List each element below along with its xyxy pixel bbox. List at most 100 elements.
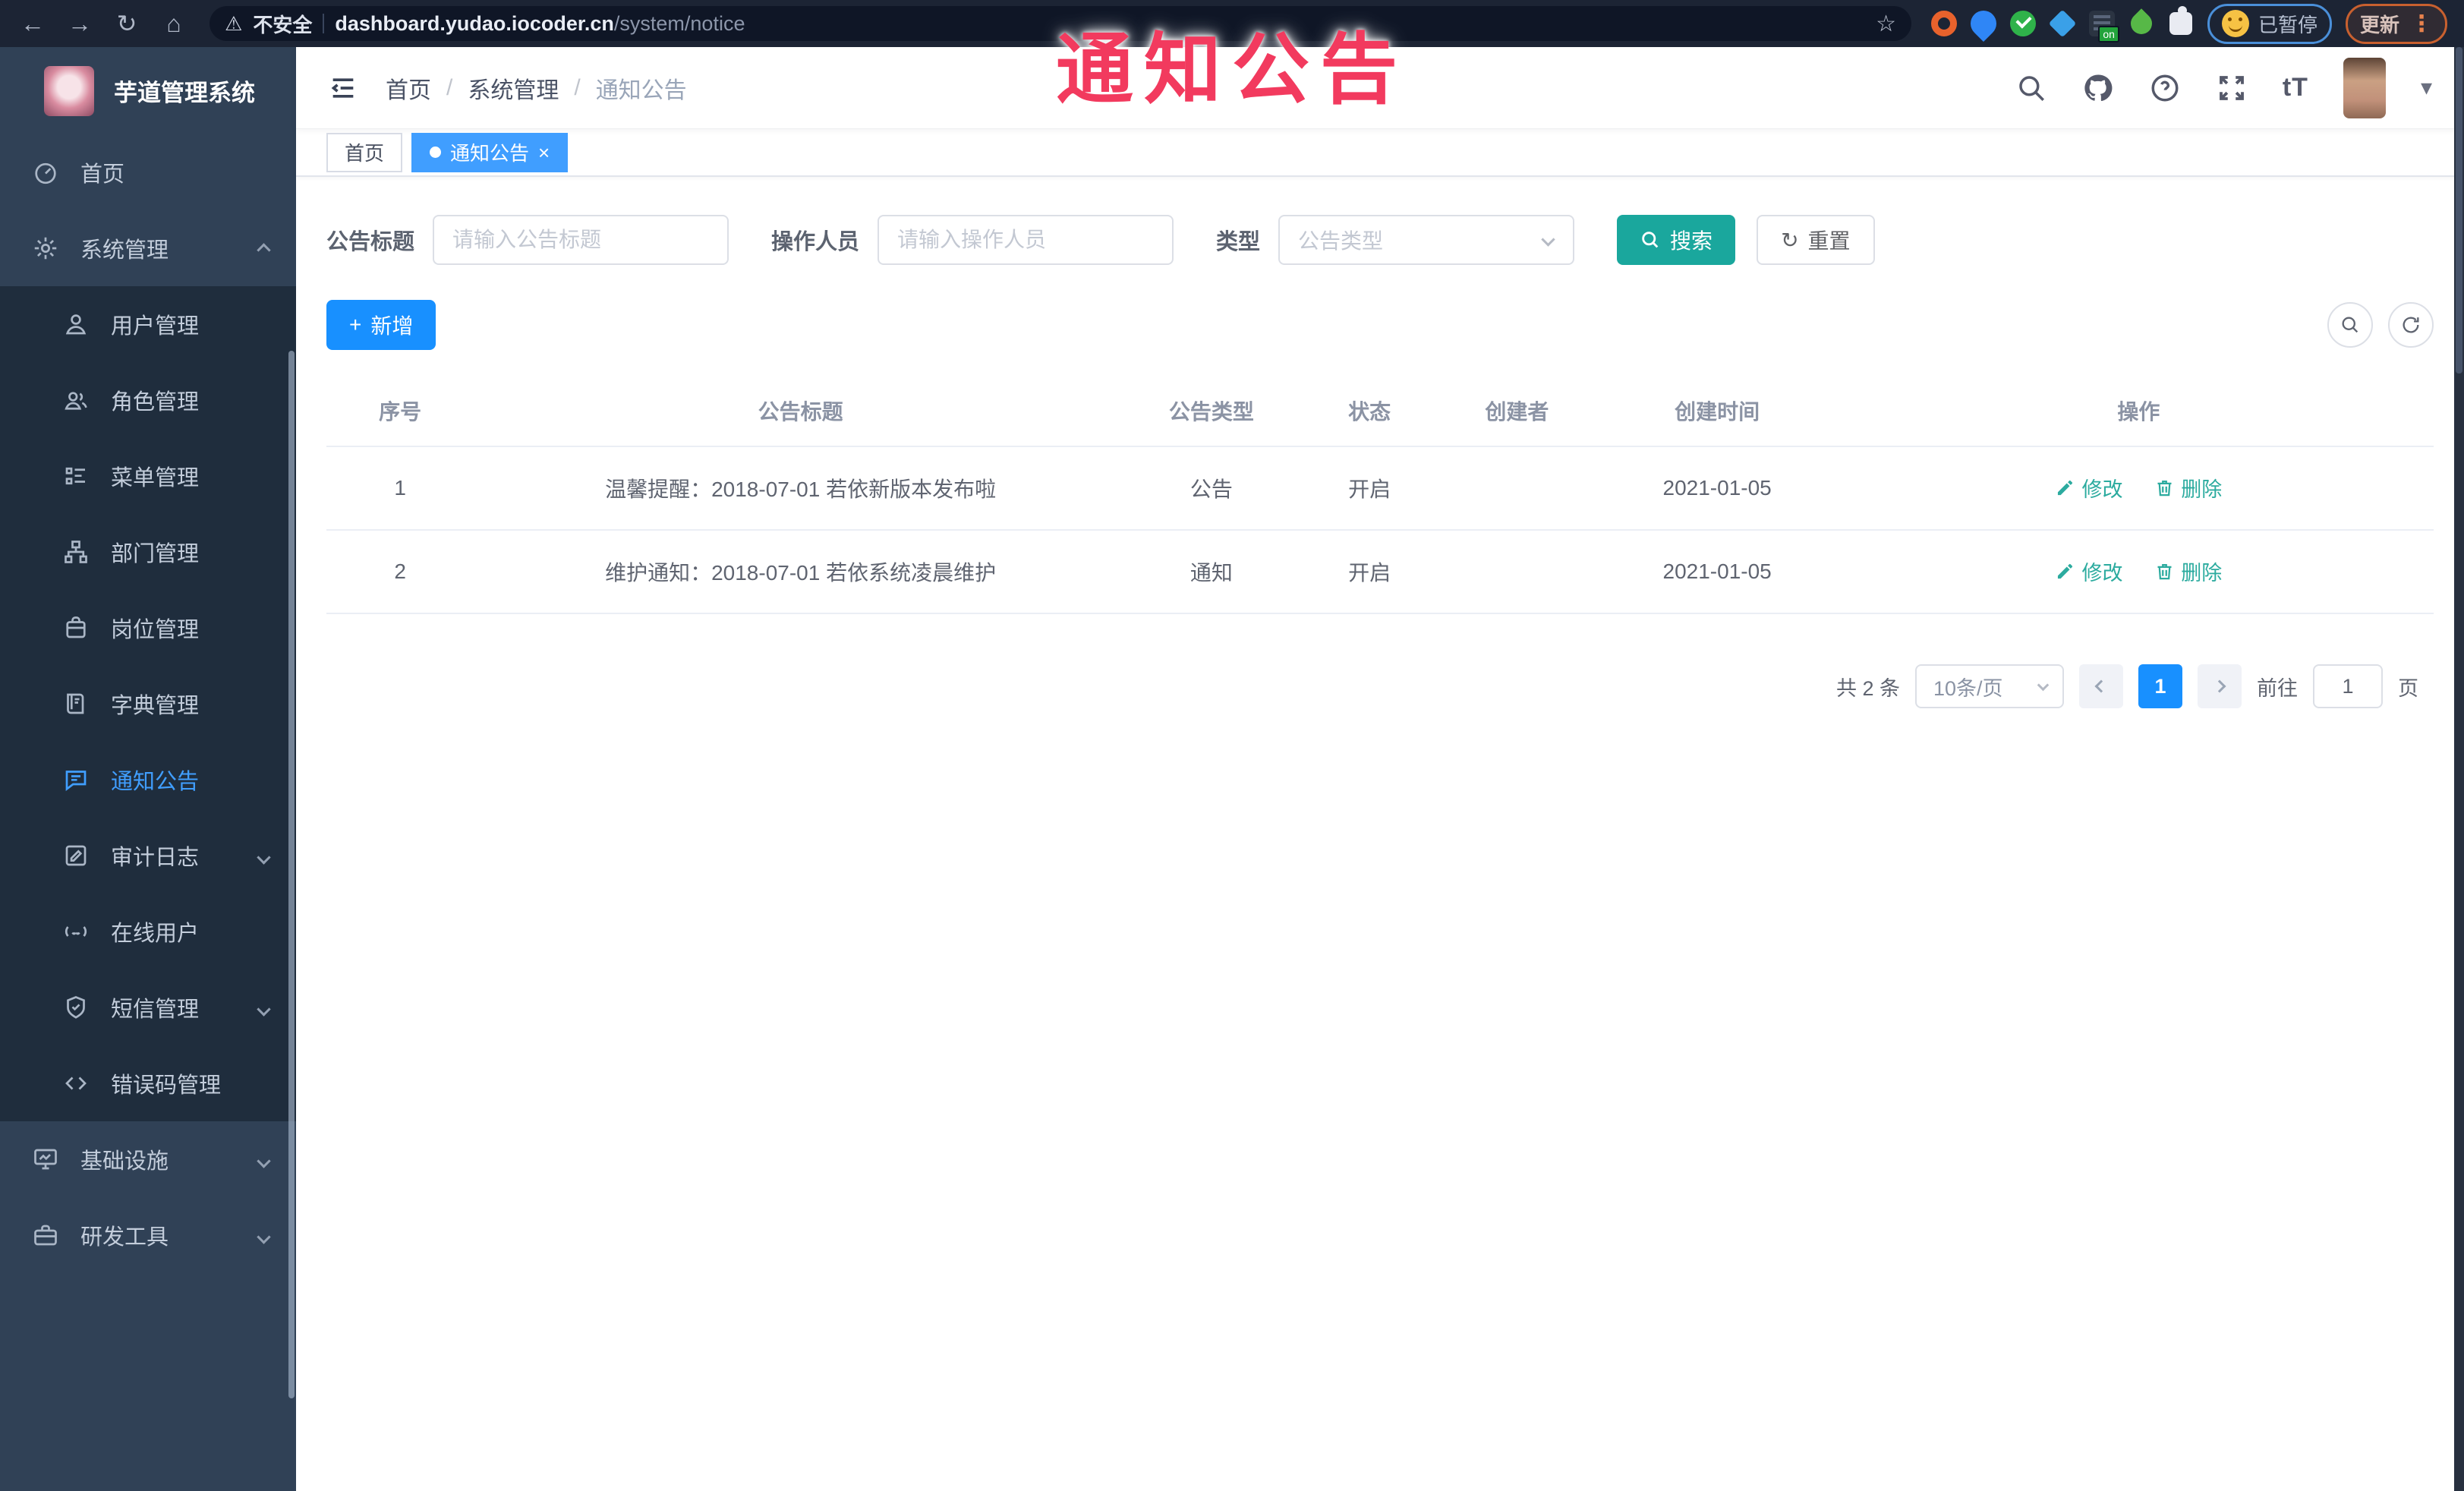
- breadcrumb-current: 通知公告: [595, 77, 687, 103]
- caret-down-icon[interactable]: ▾: [2421, 74, 2432, 101]
- fullscreen-icon[interactable]: [2216, 72, 2248, 104]
- logo-image: [44, 65, 94, 116]
- header-actions: tT ▾: [2015, 57, 2432, 118]
- window-scrollbar[interactable]: [2454, 47, 2464, 1491]
- table-toolbar: + 新增: [326, 300, 2434, 350]
- sidebar-item-system[interactable]: 系统管理: [0, 210, 296, 286]
- forward-icon[interactable]: →: [59, 6, 100, 41]
- security-label[interactable]: 不安全: [253, 10, 312, 38]
- active-tab-dot: [430, 147, 442, 158]
- sidebar-item-users[interactable]: 用户管理: [0, 286, 296, 362]
- search-icon[interactable]: [2015, 72, 2047, 104]
- trash-icon: [2157, 480, 2172, 496]
- back-icon[interactable]: ←: [12, 6, 53, 41]
- extension-green-check-icon[interactable]: [2009, 11, 2036, 36]
- page-size-select[interactable]: 10条/页: [1915, 664, 2064, 708]
- notice-type-select[interactable]: 公告类型: [1278, 215, 1575, 265]
- url-text[interactable]: dashboard.yudao.iocoder.cn/system/notice: [335, 12, 745, 36]
- home-icon[interactable]: ⌂: [153, 6, 194, 41]
- breadcrumb-system[interactable]: 系统管理: [468, 71, 559, 105]
- font-size-icon[interactable]: tT: [2283, 73, 2308, 102]
- chevron-down-icon: [2037, 679, 2050, 692]
- table-row: 1 温馨提醒：2018-07-01 若依新版本发布啦 公告 开启 2021-01…: [326, 446, 2434, 531]
- sidebar-item-menus[interactable]: 菜单管理: [0, 438, 296, 514]
- prev-page-button[interactable]: [2079, 664, 2123, 708]
- notice-title-input[interactable]: [433, 215, 729, 265]
- tab-close-icon[interactable]: ×: [538, 143, 550, 162]
- gear-icon: [32, 235, 59, 262]
- extension-sprout-icon[interactable]: [2126, 8, 2157, 39]
- sidebar-scrollbar[interactable]: [288, 351, 295, 1398]
- browser-update-button[interactable]: 更新 ⋮: [2345, 3, 2447, 44]
- sidebar-item-label: 部门管理: [111, 542, 200, 566]
- cell-no: 1: [326, 446, 474, 531]
- sidebar-item-dictionary[interactable]: 字典管理: [0, 666, 296, 742]
- sidebar-item-online-users[interactable]: 在线用户: [0, 894, 296, 969]
- cell-title: 温馨提醒：2018-07-01 若依新版本发布啦: [474, 446, 1127, 531]
- add-button[interactable]: + 新增: [326, 300, 436, 350]
- sidebar-item-label: 审计日志: [111, 846, 200, 870]
- profile-paused-badge[interactable]: 已暂停: [2207, 3, 2332, 44]
- add-button-label: 新增: [370, 314, 414, 338]
- search-button[interactable]: 搜索: [1617, 215, 1736, 265]
- col-title: 公告标题: [474, 376, 1127, 447]
- url-divider: [323, 14, 325, 33]
- github-icon[interactable]: [2082, 72, 2114, 104]
- sidebar-item-posts[interactable]: 岗位管理: [0, 590, 296, 666]
- url-path: /system/notice: [613, 11, 745, 35]
- sidebar-item-notice[interactable]: 通知公告: [0, 742, 296, 818]
- extension-proxy-icon[interactable]: on: [2088, 11, 2119, 43]
- cell-status: 开启: [1295, 446, 1444, 531]
- tab-notice[interactable]: 通知公告 ×: [411, 132, 569, 172]
- delete-link[interactable]: 删除: [2154, 556, 2222, 586]
- sidebar-item-departments[interactable]: 部门管理: [0, 514, 296, 590]
- chevron-down-icon: [257, 1147, 271, 1172]
- refresh-icon: [2403, 317, 2419, 333]
- help-icon[interactable]: [2149, 72, 2181, 104]
- extensions-puzzle-icon[interactable]: [2169, 6, 2192, 35]
- bookmark-star-icon[interactable]: ☆: [1876, 11, 1896, 37]
- sidebar-fold-icon[interactable]: [328, 73, 358, 103]
- refresh-table-button[interactable]: [2388, 302, 2434, 348]
- edit-link[interactable]: 修改: [2055, 556, 2122, 586]
- sidebar-item-label: 用户管理: [111, 314, 200, 339]
- sidebar-item-infrastructure[interactable]: 基础设施: [0, 1121, 296, 1197]
- operator-input[interactable]: [878, 215, 1174, 265]
- main-area: 首页 / 系统管理 / 通知公告 tT ▾ 首页 通知公告 × 公告标题 请输入…: [296, 47, 2464, 1491]
- cell-actions: 修改 删除: [1843, 530, 2434, 614]
- chevron-down-icon: [1541, 232, 1555, 247]
- table-tools: [2327, 302, 2434, 348]
- sidebar-item-devtools[interactable]: 研发工具: [0, 1197, 296, 1273]
- sidebar-item-home[interactable]: 首页: [0, 134, 296, 210]
- pencil-icon: [2058, 563, 2073, 579]
- extension-location-pin-icon[interactable]: [1965, 5, 2002, 43]
- toggle-search-button[interactable]: [2327, 302, 2373, 348]
- filter-type-label: 类型: [1216, 230, 1261, 254]
- sidebar-item-audit-log[interactable]: 审计日志: [0, 818, 296, 894]
- extension-orange-ring-icon[interactable]: [1930, 11, 1957, 36]
- sidebar-item-roles[interactable]: 角色管理: [0, 362, 296, 438]
- reload-icon[interactable]: ↻: [106, 6, 147, 41]
- tab-label: 首页: [345, 142, 385, 165]
- sidebar-item-error-codes[interactable]: 错误码管理: [0, 1045, 296, 1121]
- current-page-button[interactable]: 1: [2138, 664, 2182, 708]
- dictionary-icon: [62, 690, 90, 717]
- user-avatar[interactable]: [2343, 57, 2386, 118]
- reset-button[interactable]: ↻ 重置: [1757, 215, 1875, 265]
- edit-link[interactable]: 修改: [2055, 473, 2122, 503]
- browser-menu-icon[interactable]: ⋮: [2410, 11, 2433, 37]
- goto-page-input[interactable]: [2313, 664, 2383, 708]
- extension-blue-diamond-icon[interactable]: [2048, 9, 2077, 38]
- tab-home[interactable]: 首页: [326, 132, 403, 172]
- window-scrollbar-thumb[interactable]: [2456, 47, 2462, 374]
- delete-link[interactable]: 删除: [2154, 473, 2222, 503]
- sidebar-item-label: 字典管理: [111, 694, 200, 718]
- breadcrumb-home[interactable]: 首页: [386, 71, 431, 105]
- filter-title-label: 公告标题: [326, 230, 415, 254]
- sidebar-item-sms[interactable]: 短信管理: [0, 969, 296, 1045]
- edit-label: 修改: [2081, 562, 2123, 585]
- page-size-value: 10条/页: [1933, 676, 2003, 700]
- plus-icon: +: [349, 313, 362, 336]
- app-logo[interactable]: 芋道管理系统: [0, 47, 296, 134]
- next-page-button[interactable]: [2198, 664, 2242, 708]
